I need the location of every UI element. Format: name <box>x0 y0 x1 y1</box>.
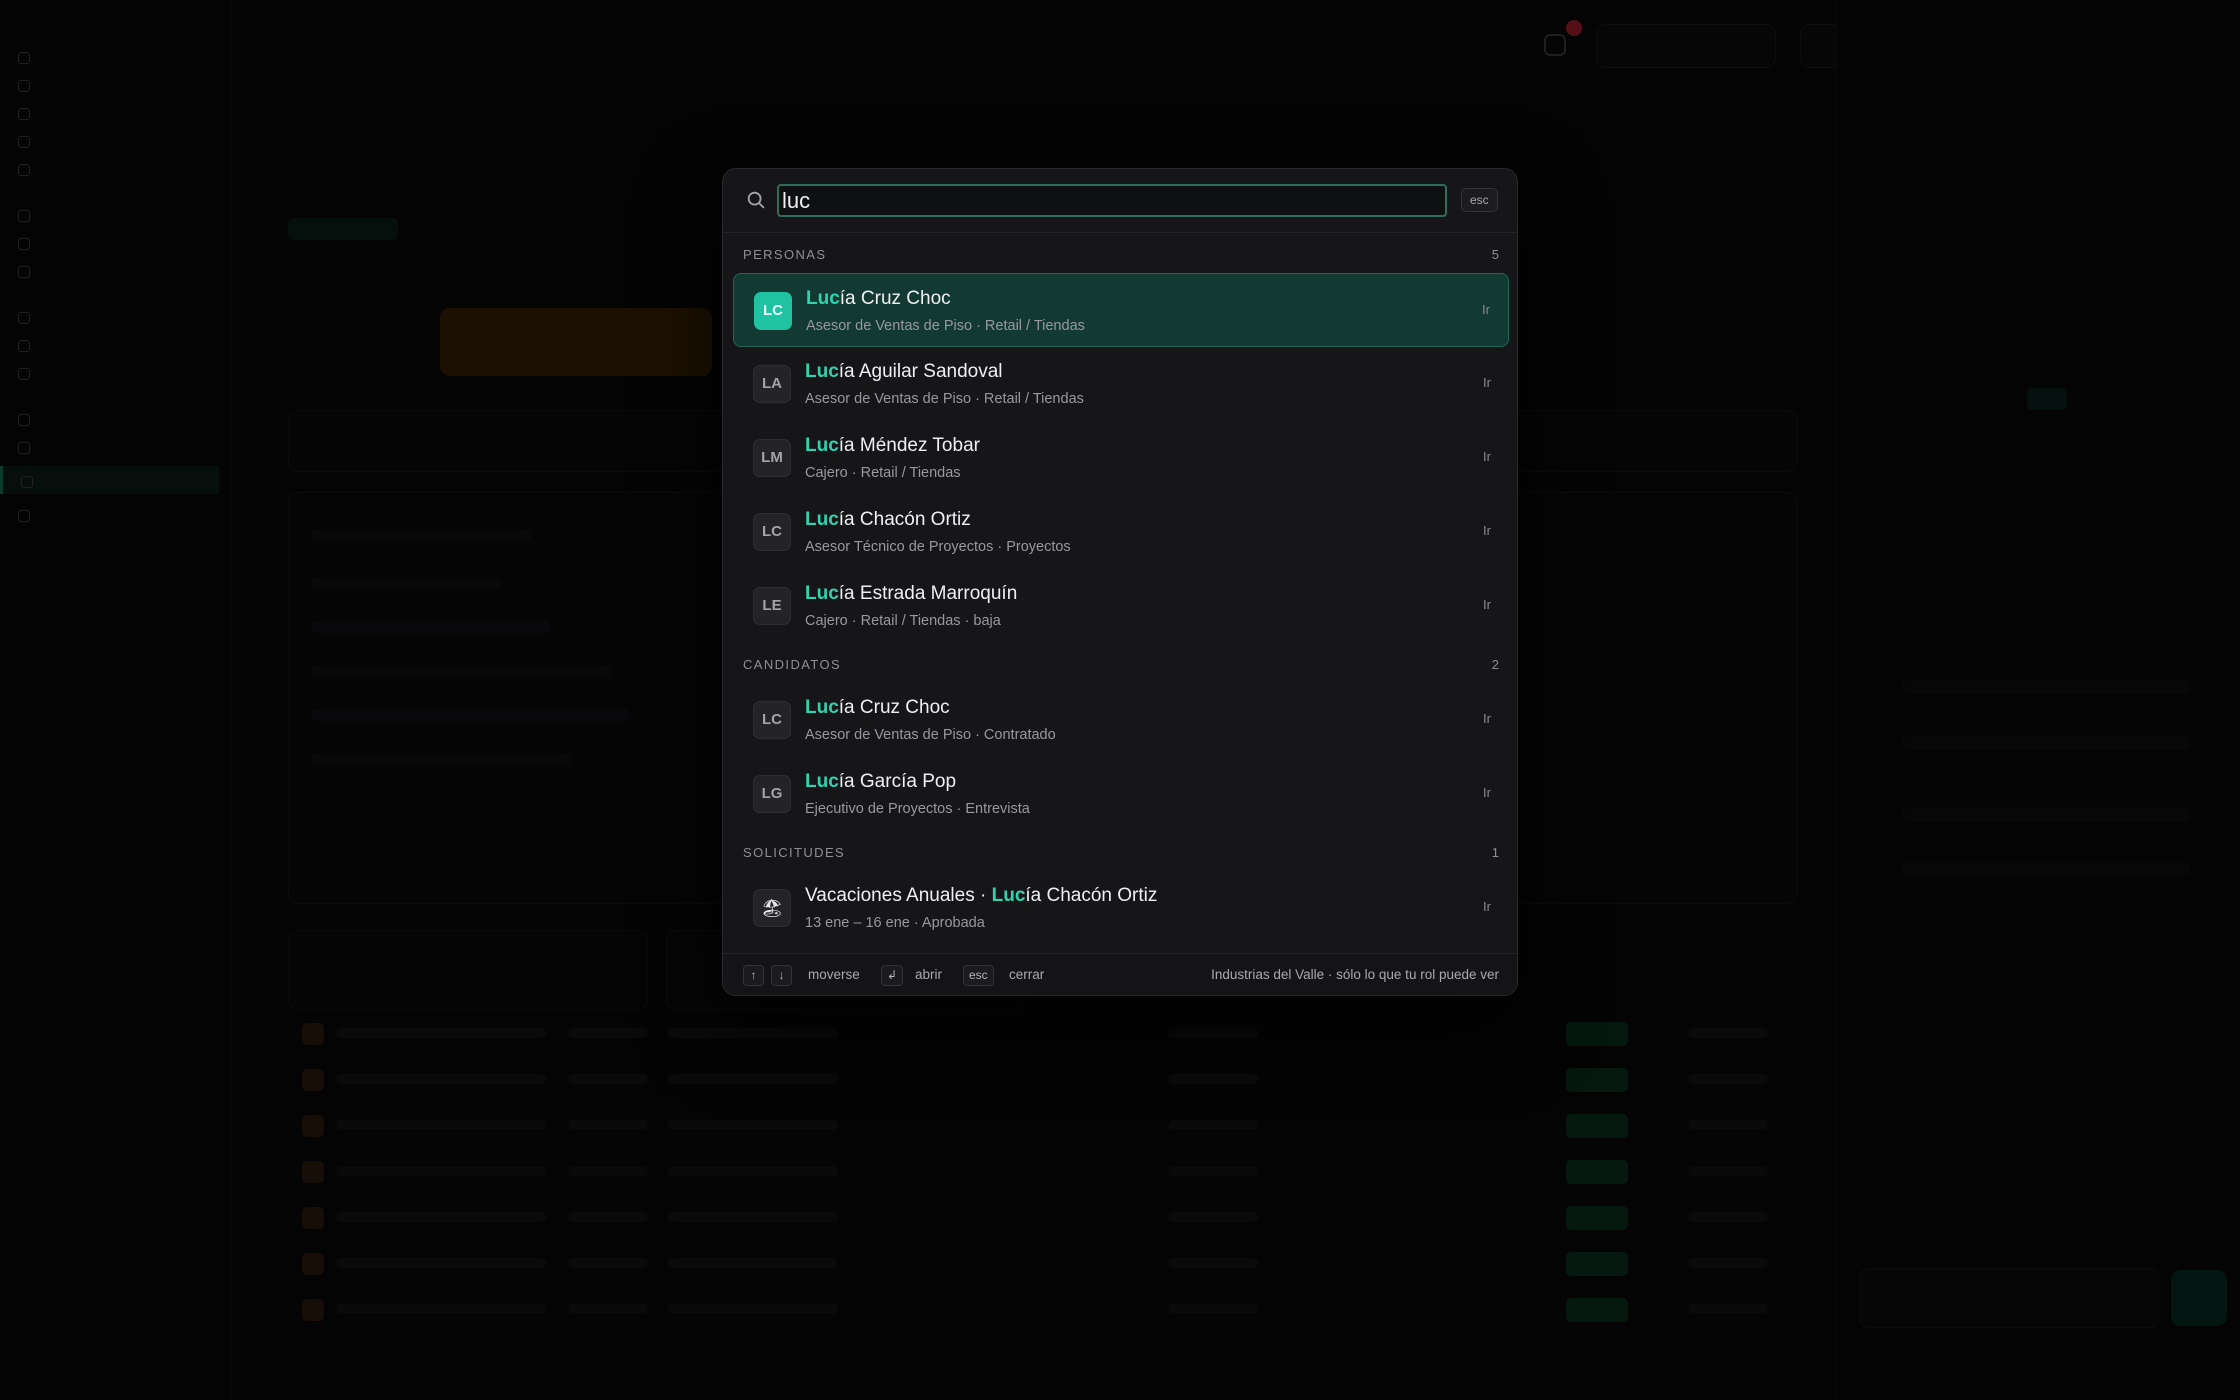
match-highlight: Luc <box>805 361 839 382</box>
search-icon <box>747 191 765 209</box>
go-hint: Ir <box>1483 449 1491 464</box>
result-subtitle: Asesor de Ventas de Piso · Contratado <box>805 727 1056 743</box>
result-subtitle: Asesor Técnico de Proyectos · Proyectos <box>805 539 1071 555</box>
scope-note: Industrias del Valle · sólo lo que tu ro… <box>1211 967 1499 982</box>
search-input[interactable] <box>777 184 1447 217</box>
go-hint: Ir <box>1483 711 1491 726</box>
group-header-candidatos: CANDIDATOS 2 <box>723 643 1517 683</box>
palette-footer: ↑ ↓ moverse ↲ abrir esc cerrar Industria… <box>723 953 1517 995</box>
group-label: SOLICITUDES <box>743 845 846 860</box>
open-hint-label: abrir <box>915 967 943 982</box>
group-count: 2 <box>1491 657 1499 672</box>
avatar: LC <box>753 513 791 551</box>
result-item-persona[interactable]: LA Lucía Aguilar Sandoval Asesor de Vent… <box>733 347 1509 421</box>
match-highlight: Luc <box>991 885 1026 906</box>
go-hint: Ir <box>1483 785 1491 800</box>
result-title: Lucía Cruz Choc <box>805 697 950 718</box>
command-palette: esc PERSONAS 5 LC Lucía Cruz Choc Asesor… <box>722 168 1518 996</box>
result-item-persona[interactable]: LM Lucía Méndez Tobar Cajero · Retail / … <box>733 421 1509 495</box>
esc-key: esc <box>963 965 994 986</box>
group-count: 1 <box>1491 845 1499 860</box>
match-highlight: Luc <box>805 771 839 792</box>
result-item-persona[interactable]: LC Lucía Chacón Ortiz Asesor Técnico de … <box>733 495 1509 569</box>
result-item-candidato[interactable]: LG Lucía García Pop Ejecutivo de Proyect… <box>733 757 1509 831</box>
result-subtitle: Cajero · Retail / Tiendas · baja <box>805 613 1001 629</box>
group-header-personas: PERSONAS 5 <box>723 233 1517 273</box>
result-title: Lucía García Pop <box>805 771 957 792</box>
go-hint: Ir <box>1483 523 1491 538</box>
avatar: LG <box>753 775 791 813</box>
avatar: LC <box>754 292 792 330</box>
results-list: PERSONAS 5 LC Lucía Cruz Choc Asesor de … <box>723 233 1517 945</box>
match-highlight: Luc <box>805 435 839 456</box>
enter-key: ↲ <box>881 965 904 986</box>
group-label: CANDIDATOS <box>743 657 842 672</box>
move-hint-label: moverse <box>808 967 860 982</box>
group-label: PERSONAS <box>743 247 827 262</box>
result-subtitle: Cajero · Retail / Tiendas <box>805 465 961 481</box>
result-title: Lucía Aguilar Sandoval <box>805 361 1003 382</box>
go-hint: Ir <box>1483 597 1491 612</box>
result-subtitle: Ejecutivo de Proyectos · Entrevista <box>805 801 1030 817</box>
result-title: Lucía Cruz Choc <box>806 288 951 309</box>
match-highlight: Luc <box>805 509 839 530</box>
go-hint: Ir <box>1483 375 1491 390</box>
group-header-solicitudes: SOLICITUDES 1 <box>723 831 1517 871</box>
result-subtitle: Asesor de Ventas de Piso · Retail / Tien… <box>806 318 1085 334</box>
result-item-candidato[interactable]: LC Lucía Cruz Choc Asesor de Ventas de P… <box>733 683 1509 757</box>
go-hint: Ir <box>1482 302 1490 317</box>
result-title: Vacaciones Anuales · Lucía Chacón Ortiz <box>805 885 1158 906</box>
esc-key-hint[interactable]: esc <box>1461 188 1498 212</box>
arrow-up-key: ↑ <box>743 965 764 986</box>
avatar: LC <box>753 701 791 739</box>
close-hint-label: cerrar <box>1009 967 1045 982</box>
result-title: Lucía Chacón Ortiz <box>805 509 971 530</box>
result-subtitle: Asesor de Ventas de Piso · Retail / Tien… <box>805 391 1084 407</box>
match-highlight: Luc <box>805 583 839 604</box>
result-title: Lucía Estrada Marroquín <box>805 583 1018 604</box>
search-row: esc <box>723 169 1517 233</box>
avatar: LE <box>753 587 791 625</box>
avatar: LA <box>753 365 791 403</box>
arrow-down-key: ↓ <box>771 965 792 986</box>
beach-umbrella-icon: 🏖 <box>753 889 791 927</box>
match-highlight: Luc <box>806 288 840 309</box>
result-item-persona[interactable]: LE Lucía Estrada Marroquín Cajero · Reta… <box>733 569 1509 643</box>
go-hint: Ir <box>1483 899 1491 914</box>
result-subtitle: 13 ene – 16 ene · Aprobada <box>805 915 985 931</box>
result-item-persona[interactable]: LC Lucía Cruz Choc Asesor de Ventas de P… <box>733 273 1509 347</box>
result-title: Lucía Méndez Tobar <box>805 435 980 456</box>
result-item-solicitud[interactable]: 🏖 Vacaciones Anuales · Lucía Chacón Orti… <box>733 871 1509 945</box>
group-count: 5 <box>1491 247 1499 262</box>
match-highlight: Luc <box>805 697 839 718</box>
avatar: LM <box>753 439 791 477</box>
